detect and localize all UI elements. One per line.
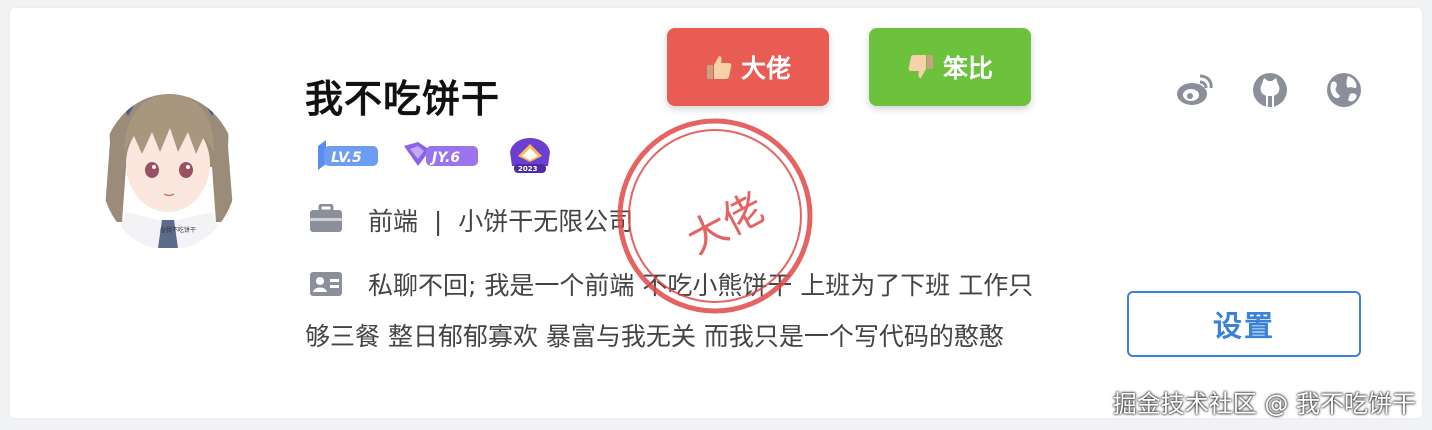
globe-icon[interactable]: [1326, 72, 1362, 108]
like-button[interactable]: 大佬: [667, 28, 829, 106]
job-text: 前端 | 小饼干无限公司: [368, 207, 634, 236]
thumbs-up-icon: [706, 56, 732, 79]
like-label: 大佬: [740, 54, 791, 83]
bio-line-2: 够三餐 整日郁郁寡欢 暴富与我无关 而我只是一个写代码的憨憨: [305, 322, 1004, 351]
level-badge-icon[interactable]: LV.5: [312, 138, 382, 172]
svg-text:LV.5: LV.5: [331, 150, 362, 166]
stamp-seal: 大佬: [617, 118, 813, 314]
dislike-label: 笨比: [942, 54, 993, 83]
id-card-icon: [310, 272, 342, 296]
svg-text:JY.6: JY.6: [429, 150, 460, 166]
profile-name: 我不吃饼干: [305, 77, 501, 121]
dislike-button[interactable]: 笨比: [869, 28, 1031, 106]
svg-text:@我不吃饼干: @我不吃饼干: [160, 226, 196, 234]
svg-text:大佬: 大佬: [680, 185, 772, 263]
annual-badge-icon[interactable]: 2023: [504, 138, 556, 174]
svg-text:2023: 2023: [518, 165, 538, 173]
avatar[interactable]: @我不吃饼干: [96, 72, 242, 248]
github-icon[interactable]: [1252, 72, 1288, 108]
watermark: 掘金技术社区 @ 我不吃饼干: [1112, 390, 1416, 418]
settings-button[interactable]: 设置: [1127, 291, 1361, 357]
jy-badge-icon[interactable]: JY.6: [402, 138, 482, 172]
weibo-icon[interactable]: [1176, 72, 1214, 108]
briefcase-icon: [310, 204, 342, 232]
thumbs-down-icon: [908, 55, 933, 78]
